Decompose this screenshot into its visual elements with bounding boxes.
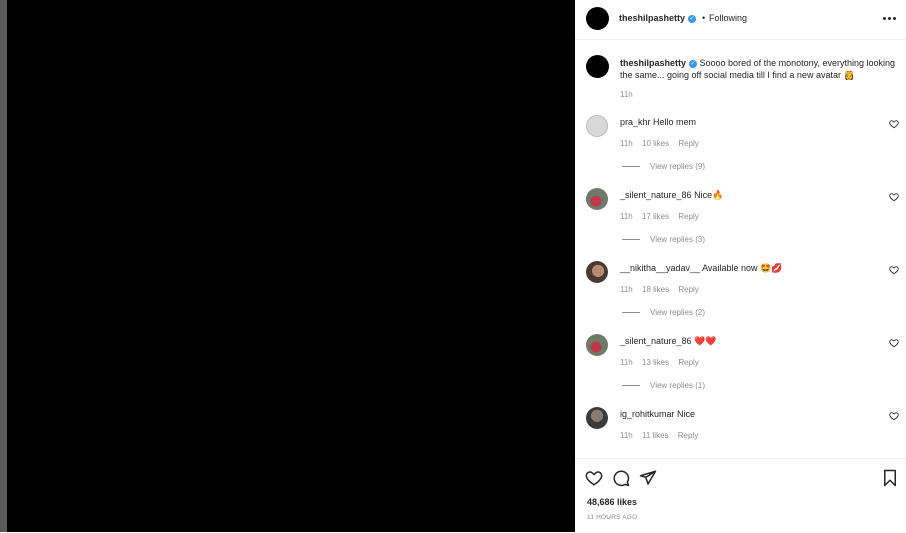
comment-meta: 11h 13 likes Reply xyxy=(620,358,706,367)
commenter-username[interactable]: _silent_nature_86 xyxy=(620,336,692,346)
following-button[interactable]: Following xyxy=(709,13,747,23)
view-replies-line xyxy=(622,312,640,314)
view-replies-button[interactable]: View replies (3) xyxy=(622,235,705,244)
verified-badge-icon: ✓ xyxy=(689,59,698,68)
commenter-username[interactable]: pra_khr xyxy=(620,117,651,127)
reply-button[interactable]: Reply xyxy=(678,358,698,367)
commenter-username[interactable]: ig_rohitkumar xyxy=(620,409,675,419)
comment-time[interactable]: 11h xyxy=(620,212,633,221)
comment-icon[interactable] xyxy=(612,469,630,487)
share-icon[interactable] xyxy=(639,469,657,487)
comment-body: ❤️❤️ xyxy=(694,336,717,346)
commenter-avatar[interactable] xyxy=(586,407,608,429)
likes-count[interactable]: 48,686 likes xyxy=(587,497,637,507)
comment-item: _silent_nature_86 Nice🔥 11h 17 likes Rep… xyxy=(575,188,906,258)
comment-text: _silent_nature_86 ❤️❤️ xyxy=(620,336,717,347)
comment-text: __nikitha__yadav__ Available now 🤩💋 xyxy=(620,263,782,274)
post-media[interactable] xyxy=(7,0,575,532)
comment-meta: 11h 10 likes Reply xyxy=(620,139,706,148)
view-replies-label[interactable]: View replies (1) xyxy=(650,381,705,390)
view-replies-label[interactable]: View replies (9) xyxy=(650,162,705,171)
heart-icon[interactable] xyxy=(889,411,899,421)
commenter-avatar[interactable] xyxy=(586,334,608,356)
heart-icon[interactable] xyxy=(889,338,899,348)
comment-text: pra_khr Hello mem xyxy=(620,117,696,127)
bookmark-icon[interactable] xyxy=(881,469,899,487)
reply-button[interactable]: Reply xyxy=(678,139,698,148)
view-replies-button[interactable]: View replies (1) xyxy=(622,381,705,390)
reply-button[interactable]: Reply xyxy=(678,431,698,440)
comment-text: ig_rohitkumar Nice xyxy=(620,409,695,419)
comment-likes[interactable]: 17 likes xyxy=(642,212,669,221)
comment-time[interactable]: 11h xyxy=(620,358,633,367)
view-replies-button[interactable]: View replies (9) xyxy=(622,162,705,171)
comment-body: Nice xyxy=(677,409,696,419)
comment-time[interactable]: 11h xyxy=(620,431,633,440)
comment-body: Hello mem xyxy=(653,117,697,127)
commenter-avatar[interactable] xyxy=(586,115,608,137)
reply-button[interactable]: Reply xyxy=(678,285,698,294)
view-replies-line xyxy=(622,385,640,387)
reply-button[interactable]: Reply xyxy=(678,212,698,221)
comment-meta: 11h 18 likes Reply xyxy=(620,285,706,294)
header-separator: • xyxy=(702,13,706,23)
caption-timestamp[interactable]: 11h xyxy=(620,90,633,99)
commenter-username[interactable]: __nikitha__yadav__ xyxy=(620,263,700,273)
heart-icon[interactable] xyxy=(889,119,899,129)
commenter-username[interactable]: _silent_nature_86 xyxy=(620,190,692,200)
comment-likes[interactable]: 13 likes xyxy=(642,358,669,367)
commenter-avatar[interactable] xyxy=(586,188,608,210)
window-edge xyxy=(0,0,7,532)
view-replies-label[interactable]: View replies (3) xyxy=(650,235,705,244)
comment-item: pra_khr Hello mem 11h 10 likes Reply Vie… xyxy=(575,115,906,185)
heart-icon[interactable] xyxy=(585,469,603,487)
heart-icon[interactable] xyxy=(889,192,899,202)
comment-meta: 11h 17 likes Reply xyxy=(620,212,706,221)
post-side-panel: theshilpashetty ✓ • Following theshilpash… xyxy=(575,0,906,532)
comment-item: _silent_nature_86 ❤️❤️ 11h 13 likes Repl… xyxy=(575,334,906,404)
comment-meta: 11h 11 likes Reply xyxy=(620,431,705,440)
commenter-avatar[interactable] xyxy=(586,261,608,283)
comment-likes[interactable]: 11 likes xyxy=(642,431,669,440)
comment-likes[interactable]: 18 likes xyxy=(642,285,669,294)
author-avatar[interactable] xyxy=(586,7,609,30)
post-actions: 48,686 likes 11 HOURS AGO xyxy=(575,458,906,533)
comment-text: _silent_nature_86 Nice🔥 xyxy=(620,190,723,201)
comment-body: Available now 🤩💋 xyxy=(702,263,783,273)
comment-item: __nikitha__yadav__ Available now 🤩💋 11h … xyxy=(575,261,906,331)
comment-body: Nice🔥 xyxy=(694,190,724,200)
caption-author-avatar[interactable] xyxy=(586,55,609,78)
caption-text: theshilpashetty ✓ Soooo bored of the mono… xyxy=(620,57,902,81)
view-replies-button[interactable]: View replies (2) xyxy=(622,308,705,317)
heart-icon[interactable] xyxy=(889,265,899,275)
view-replies-line xyxy=(622,166,640,168)
post-header: theshilpashetty ✓ • Following xyxy=(575,0,906,40)
verified-badge-icon: ✓ xyxy=(688,14,697,23)
view-replies-line xyxy=(622,239,640,241)
author-username-row[interactable]: theshilpashetty ✓ xyxy=(619,13,697,23)
comment-likes[interactable]: 10 likes xyxy=(642,139,669,148)
more-options-icon[interactable] xyxy=(880,11,898,25)
comment-time[interactable]: 11h xyxy=(620,285,633,294)
post-timestamp[interactable]: 11 HOURS AGO xyxy=(587,514,637,521)
comment-time[interactable]: 11h xyxy=(620,139,633,148)
caption-username[interactable]: theshilpashetty xyxy=(620,58,686,68)
view-replies-label[interactable]: View replies (2) xyxy=(650,308,705,317)
author-username[interactable]: theshilpashetty xyxy=(619,13,685,23)
